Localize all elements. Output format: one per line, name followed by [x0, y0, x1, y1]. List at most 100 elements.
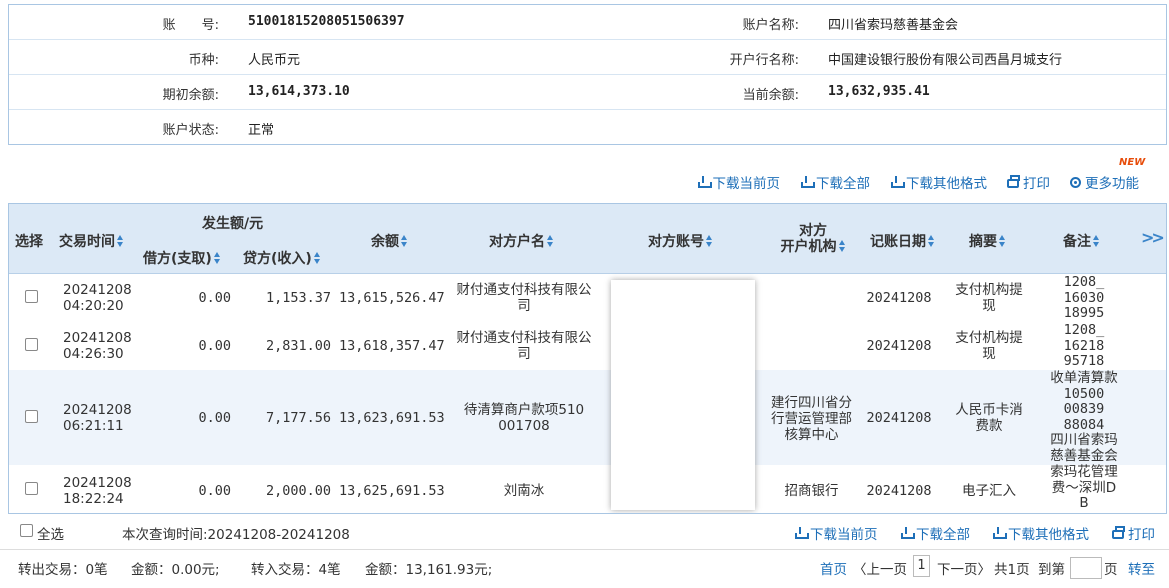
header-remark-sort[interactable]: 备注 — [1063, 231, 1100, 251]
download-other-format-button[interactable]: 下载其他格式 — [890, 172, 987, 192]
sort-icon — [313, 252, 321, 264]
header-counterparty-account-sort[interactable]: 对方账号 — [648, 231, 713, 251]
header-counterparty-bank-line2-wrap: 开户机构 — [778, 239, 848, 255]
download-icon — [800, 176, 815, 188]
row-checkbox[interactable] — [25, 338, 38, 351]
row-checkbox[interactable] — [25, 482, 38, 495]
download-icon — [900, 527, 915, 539]
row-checkbox[interactable] — [25, 290, 38, 303]
footer-print-button[interactable]: 打印 — [1112, 523, 1155, 543]
print-button[interactable]: 打印 — [1007, 172, 1050, 192]
row-remark-line3: 18995 — [1063, 305, 1105, 321]
header-counterparty-bank-sort[interactable]: 对方 开户机构 — [778, 223, 848, 255]
row-summary-line1: 人民币卡消 — [955, 402, 1023, 418]
row-balance: 13,618,357.47 — [339, 338, 445, 354]
row-date: 20241208 — [63, 330, 132, 346]
in-count: 转入交易：4笔 — [251, 562, 341, 578]
goto-page-input[interactable] — [1070, 557, 1102, 579]
header-balance-sort[interactable]: 余额 — [371, 231, 408, 251]
header-counterparty-bank-line1: 对方 — [799, 223, 827, 239]
expand-columns-icon[interactable]: >> — [1141, 228, 1165, 247]
first-page-link[interactable]: 首页 — [820, 558, 847, 578]
row-summary: 支付机构提现 — [949, 282, 1029, 314]
row-time: 18:22:24 — [63, 491, 124, 507]
row-posting-date: 20241208 — [866, 410, 932, 426]
status-label: 账户状态: — [162, 123, 219, 138]
row-balance: 13,615,526.47 — [339, 290, 445, 306]
header-credit-sort[interactable]: 贷方(收入) — [243, 248, 321, 268]
row-date: 20241208 — [63, 282, 132, 298]
row-counterparty-name: 财付通支付科技有限公司 — [449, 282, 599, 314]
row-datetime: 20241208 18:22:24 — [63, 475, 132, 507]
table-row[interactable]: 20241208 04:26:30 0.00 2,831.00 13,618,35… — [9, 322, 1166, 370]
row-remark-line1: 1208_ — [1063, 322, 1105, 338]
row-datetime: 20241208 04:26:30 — [63, 330, 132, 362]
row-summary-line2: 现 — [982, 298, 996, 314]
sort-icon — [547, 235, 554, 247]
row-summary: 支付机构提现 — [949, 330, 1029, 362]
row-name-line2: 司 — [517, 346, 531, 362]
download-icon — [890, 176, 905, 188]
header-counterparty-name-label: 对方户名 — [489, 234, 545, 250]
footer-download-other-button[interactable]: 下载其他格式 — [992, 523, 1089, 543]
account-info-row-2: 币种: 人民币元 开户行名称: 中国建设银行股份有限公司西昌月城支行 — [9, 40, 1166, 75]
row-summary-line1: 支付机构提 — [955, 282, 1023, 298]
table-row[interactable]: 20241208 06:21:11 0.00 7,177.56 13,623,69… — [9, 370, 1166, 465]
row-time: 04:26:30 — [63, 346, 124, 362]
download-page-button[interactable]: 下载当前页 — [697, 172, 780, 192]
row-remark-line1: 收单清算款 — [1050, 370, 1118, 386]
header-posting-date-label: 记账日期 — [870, 234, 926, 250]
row-counterparty-bank: 建行四川省分 行营运管理部 核算中心 — [764, 395, 859, 443]
row-bank-line1: 建行四川省分 — [771, 395, 852, 411]
header-balance-label: 余额 — [371, 234, 399, 250]
print-label: 打印 — [1023, 176, 1050, 192]
download-all-button[interactable]: 下载全部 — [800, 172, 870, 192]
footer-download-all-button[interactable]: 下载全部 — [900, 523, 970, 543]
more-functions-label: 更多功能 — [1085, 176, 1139, 192]
next-page-link[interactable]: 下一页〉 — [937, 558, 991, 578]
more-functions-button[interactable]: 更多功能 — [1070, 172, 1139, 192]
table-row[interactable]: 20241208 18:22:24 0.00 2,000.00 13,625,69… — [9, 464, 1166, 513]
select-all-checkbox[interactable] — [20, 524, 33, 537]
row-debit: 0.00 — [198, 483, 231, 499]
header-amount-group: 发生额/元 — [202, 216, 264, 232]
header-debit-sort[interactable]: 借方(支取) — [143, 248, 221, 268]
row-credit: 1,153.37 — [265, 290, 331, 306]
row-summary-line2: 费款 — [975, 418, 1003, 434]
row-posting-date: 20241208 — [866, 290, 932, 306]
row-datetime: 20241208 06:21:11 — [63, 402, 132, 434]
opening-balance-label: 期初余额: — [162, 88, 219, 103]
prev-page-link[interactable]: 〈上一页 — [853, 558, 907, 578]
account-info-row-1: 账 号: 51001815208051506397 账户名称: 四川省索玛慈善基… — [9, 5, 1166, 40]
header-posting-date-sort[interactable]: 记账日期 — [870, 231, 935, 251]
row-name-line1: 财付通支付科技有限公 — [456, 282, 592, 298]
go-button[interactable]: 转至 — [1128, 558, 1155, 578]
row-checkbox[interactable] — [25, 410, 38, 423]
row-time: 04:20:20 — [63, 298, 124, 314]
account-info-row-3: 期初余额: 13,614,373.10 当前余额: 13,632,935.41 — [9, 75, 1166, 110]
row-datetime: 20241208 04:20:20 — [63, 282, 132, 314]
select-all-label[interactable]: 全选 — [37, 523, 64, 543]
status-value: 正常 — [248, 123, 275, 138]
current-page-box[interactable]: 1 — [913, 555, 930, 577]
transactions-table: 选择 交易时间 发生额/元 借方(支取) 贷方(收入) 余额 对方户名 对方账号… — [8, 203, 1167, 514]
sort-icon — [117, 235, 124, 247]
current-balance-label: 当前余额: — [742, 88, 799, 103]
row-counterparty-name: 刘南冰 — [503, 483, 545, 499]
header-counterparty-account-label: 对方账号 — [648, 234, 704, 250]
header-time-sort[interactable]: 交易时间 — [59, 231, 124, 251]
total-pages-text: 共1页 — [994, 562, 1030, 578]
account-info-row-4: 账户状态: 正常 — [9, 110, 1166, 145]
download-icon — [697, 176, 712, 188]
row-remark-line2: 16030 — [1063, 289, 1105, 306]
header-summary-sort[interactable]: 摘要 — [969, 231, 1006, 251]
row-credit: 2,000.00 — [265, 483, 331, 499]
table-row[interactable]: 20241208 04:20:20 0.00 1,153.37 13,615,52… — [9, 274, 1166, 321]
sort-icon — [928, 235, 935, 247]
header-counterparty-name-sort[interactable]: 对方户名 — [489, 231, 554, 251]
header-counterparty-bank-line2: 开户机构 — [780, 239, 837, 255]
header-debit-label: 借方(支取) — [143, 251, 212, 267]
row-credit: 2,831.00 — [265, 338, 331, 354]
row-balance: 13,625,691.53 — [339, 483, 445, 499]
footer-download-page-button[interactable]: 下载当前页 — [794, 523, 878, 543]
